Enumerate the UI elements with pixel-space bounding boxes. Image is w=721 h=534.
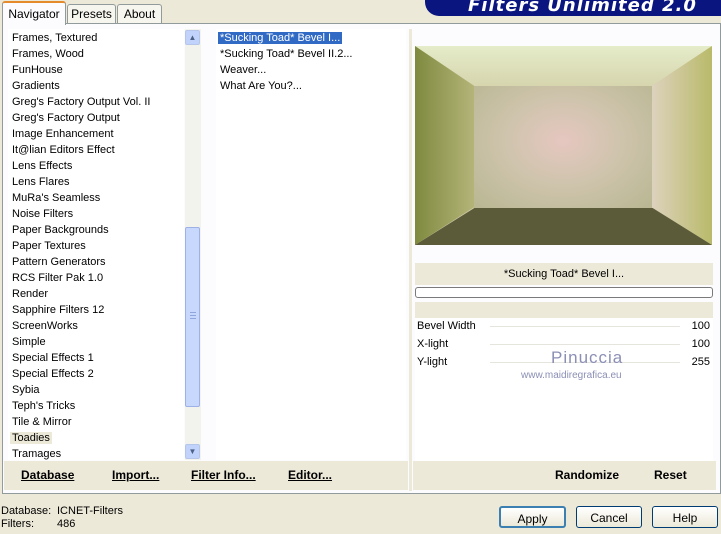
param-slider[interactable] <box>490 326 680 327</box>
filter-item[interactable]: *Sucking Toad* Bevel I... <box>216 30 344 46</box>
category-item[interactable]: Frames, Wood <box>10 46 86 62</box>
filter-item[interactable]: What Are You?... <box>218 78 304 94</box>
param-value: 255 <box>691 356 710 368</box>
category-item[interactable]: MuRa's Seamless <box>10 190 102 206</box>
category-item[interactable]: ScreenWorks <box>10 318 80 334</box>
editor-button[interactable]: Editor... <box>288 468 332 482</box>
param-row[interactable]: Bevel Width 100 <box>415 318 713 337</box>
category-item[interactable]: Sybia <box>10 382 42 398</box>
param-row-empty <box>415 408 713 427</box>
params-header <box>415 302 713 318</box>
right-button-bar: Randomize Reset <box>413 461 716 490</box>
database-status-label: Database: <box>1 505 52 517</box>
filter-item[interactable]: Weaver... <box>218 62 268 78</box>
filter-list[interactable]: *Sucking Toad* Bevel I... *Sucking Toad* … <box>216 29 406 460</box>
category-item[interactable]: Tile & Mirror <box>10 414 73 430</box>
category-item[interactable]: FunHouse <box>10 62 65 78</box>
category-item[interactable]: Frames, Textured <box>10 30 99 46</box>
randomize-button[interactable]: Randomize <box>555 468 619 482</box>
scroll-up-button[interactable]: ▲ <box>185 30 200 45</box>
category-item[interactable]: Teph's Tricks <box>10 398 77 414</box>
category-item[interactable]: Noise Filters <box>10 206 75 222</box>
param-slider[interactable] <box>490 344 680 345</box>
param-row-empty <box>415 426 713 445</box>
category-item[interactable]: Paper Backgrounds <box>10 222 111 238</box>
category-item[interactable]: Tramages <box>10 446 63 460</box>
scroll-thumb[interactable] <box>185 227 200 407</box>
category-item[interactable]: Render <box>10 286 50 302</box>
filter-item[interactable]: *Sucking Toad* Bevel II.2... <box>218 46 355 62</box>
category-item[interactable]: Paper Textures <box>10 238 88 254</box>
param-label: Y-light <box>417 356 448 368</box>
category-item[interactable]: Special Effects 2 <box>10 366 96 382</box>
filters-count-label: Filters: <box>1 518 34 530</box>
database-status-value: ICNET-Filters <box>57 505 123 517</box>
watermark-name: Pinuccia <box>551 348 624 367</box>
category-item[interactable]: It@lian Editors Effect <box>10 142 117 158</box>
param-value: 100 <box>691 338 710 350</box>
category-item[interactable]: Lens Effects <box>10 158 74 174</box>
reset-button[interactable]: Reset <box>654 468 687 482</box>
param-row-empty <box>415 390 713 409</box>
app-title: Filters Unlimited 2.0 <box>468 0 697 16</box>
help-button[interactable]: Help <box>652 506 718 528</box>
progress-bar <box>415 287 713 298</box>
category-item[interactable]: RCS Filter Pak 1.0 <box>10 270 105 286</box>
param-value: 100 <box>691 320 710 332</box>
category-item[interactable]: Image Enhancement <box>10 126 116 142</box>
filter-info-button[interactable]: Filter Info... <box>191 468 256 482</box>
database-button[interactable]: Database <box>21 468 74 482</box>
category-item[interactable]: Greg's Factory Output Vol. II <box>10 94 152 110</box>
tab-about[interactable]: About <box>117 4 162 23</box>
apply-button[interactable]: Apply <box>499 506 566 528</box>
tab-presets[interactable]: Presets <box>67 4 116 23</box>
category-list[interactable]: Frames, Textured Frames, Wood FunHouse Grad… <box>8 29 184 460</box>
filters-count-value: 486 <box>57 518 76 530</box>
filter-name-label: *Sucking Toad* Bevel I... <box>415 263 713 285</box>
cancel-button[interactable]: Cancel <box>576 506 642 528</box>
panel-divider <box>409 29 412 491</box>
preview-image <box>415 46 712 245</box>
category-item[interactable]: Greg's Factory Output <box>10 110 122 126</box>
category-item[interactable]: Simple <box>10 334 48 350</box>
category-item[interactable]: Gradients <box>10 78 62 94</box>
list-gap <box>206 29 214 460</box>
param-label: Bevel Width <box>417 320 476 332</box>
category-item[interactable]: Sapphire Filters 12 <box>10 302 106 318</box>
tab-navigator[interactable]: Navigator <box>2 1 66 25</box>
category-item[interactable]: Special Effects 1 <box>10 350 96 366</box>
import-button[interactable]: Import... <box>112 468 159 482</box>
watermark-url: www.maidiregrafica.eu <box>521 370 622 381</box>
scroll-down-button[interactable]: ▼ <box>185 444 200 459</box>
category-item[interactable]: Toadies <box>10 430 52 446</box>
category-item[interactable]: Pattern Generators <box>10 254 108 270</box>
category-item[interactable]: Lens Flares <box>10 174 71 190</box>
left-button-bar: Database Import... Filter Info... Editor… <box>4 461 408 490</box>
category-scrollbar[interactable]: ▲ ▼ <box>185 29 201 460</box>
param-label: X-light <box>417 338 449 350</box>
